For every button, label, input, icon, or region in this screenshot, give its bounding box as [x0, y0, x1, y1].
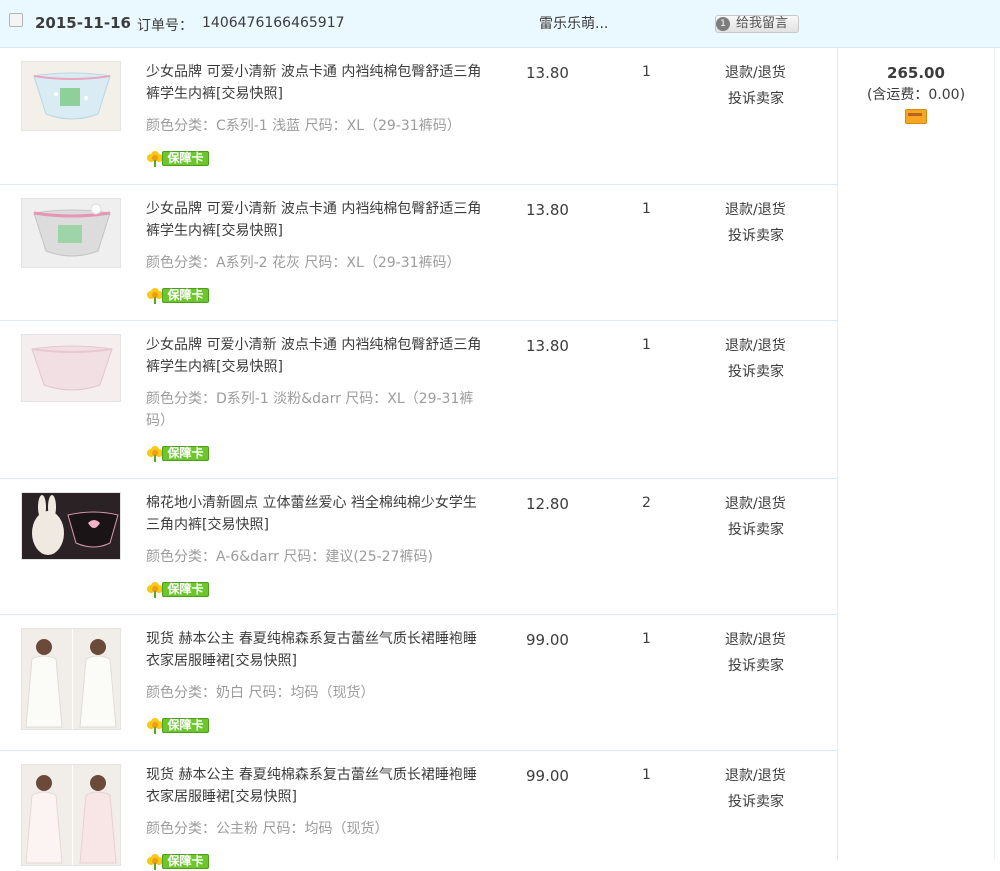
right-border	[994, 48, 995, 860]
item-price: 13.80	[526, 337, 569, 355]
item-price: 13.80	[526, 64, 569, 82]
product-spec: 颜色分类：D系列-1 淡粉&darr 尺码：XL（29-31裤码）	[146, 391, 474, 429]
guarantee-card-label: 保障卡	[162, 288, 209, 303]
guarantee-card-label: 保障卡	[162, 582, 209, 597]
product-spec: 颜色分类：A系列-2 花灰 尺码：XL（29-31裤码）	[146, 255, 461, 271]
product-spec: 颜色分类：奶白 尺码：均码（现货）	[146, 685, 375, 701]
leave-message-label: 给我留言	[736, 16, 789, 31]
product-title-link[interactable]: 棉花地小清新圆点 立体蕾丝爱心 裆全棉纯棉少女学生三角内裤[交易快照]	[146, 492, 486, 536]
order-select-checkbox[interactable]	[9, 13, 23, 27]
credit-card-icon[interactable]	[905, 109, 927, 124]
refund-return-link[interactable]: 退款/退货	[725, 629, 786, 649]
product-spec: 颜色分类：公主粉 尺码：均码（现货）	[146, 821, 389, 837]
item-price: 12.80	[526, 495, 569, 513]
product-title-link[interactable]: 少女品牌 可爱小清新 波点卡通 内裆纯棉包臀舒适三角裤学生内裤[交易快照]	[146, 334, 486, 378]
refund-return-link[interactable]: 退款/退货	[725, 62, 786, 82]
product-thumbnail[interactable]	[21, 61, 121, 131]
order-item-row: 现货 赫本公主 春夏纯棉森系复古蕾丝气质长裙睡袍睡衣家居服睡裙[交易快照] 颜色…	[0, 751, 837, 871]
guarantee-card-label: 保障卡	[162, 446, 209, 461]
guarantee-card-badge[interactable]: 保障卡	[146, 286, 210, 304]
order-date: 2015-11-16	[35, 14, 131, 32]
refund-return-link[interactable]: 退款/退货	[725, 765, 786, 785]
order-item-row: 少女品牌 可爱小清新 波点卡通 内裆纯棉包臀舒适三角裤学生内裤[交易快照] 颜色…	[0, 185, 837, 321]
product-title-link[interactable]: 现货 赫本公主 春夏纯棉森系复古蕾丝气质长裙睡袍睡衣家居服睡裙[交易快照]	[146, 628, 486, 672]
complain-seller-link[interactable]: 投诉卖家	[728, 791, 784, 811]
shop-name-link[interactable]: 雷乐乐萌...	[539, 13, 608, 33]
item-quantity: 1	[642, 64, 651, 80]
total-amount: 265.00	[887, 64, 945, 82]
item-price: 99.00	[526, 631, 569, 649]
order-item-row: 少女品牌 可爱小清新 波点卡通 内裆纯棉包臀舒适三角裤学生内裤[交易快照] 颜色…	[0, 48, 837, 185]
complain-seller-link[interactable]: 投诉卖家	[728, 361, 784, 381]
guarantee-card-badge[interactable]: 保障卡	[146, 716, 210, 734]
item-price: 13.80	[526, 201, 569, 219]
item-quantity: 1	[642, 767, 651, 783]
refund-return-link[interactable]: 退款/退货	[725, 493, 786, 513]
product-thumbnail[interactable]	[21, 628, 121, 730]
message-count-icon: 1	[716, 17, 730, 31]
order-header: 2015-11-16 订单号： 1406476166465917 雷乐乐萌...…	[0, 0, 1000, 48]
leave-message-button[interactable]: 1 给我留言	[715, 15, 799, 33]
order-item-row: 少女品牌 可爱小清新 波点卡通 内裆纯棉包臀舒适三角裤学生内裤[交易快照] 颜色…	[0, 321, 837, 479]
complain-seller-link[interactable]: 投诉卖家	[728, 225, 784, 245]
complain-seller-link[interactable]: 投诉卖家	[728, 519, 784, 539]
item-quantity: 1	[642, 631, 651, 647]
guarantee-card-badge[interactable]: 保障卡	[146, 149, 210, 167]
order-number-label: 订单号：	[137, 18, 193, 34]
product-spec: 颜色分类：A-6&darr 尺码：建议(25-27裤码)	[146, 549, 433, 565]
guarantee-card-badge[interactable]: 保障卡	[146, 580, 210, 598]
order-total: 265.00 (含运费：0.00)	[838, 62, 994, 128]
product-thumbnail[interactable]	[21, 492, 121, 560]
product-spec: 颜色分类：C系列-1 浅蓝 尺码：XL（29-31裤码）	[146, 118, 461, 134]
order-item-row: 现货 赫本公主 春夏纯棉森系复古蕾丝气质长裙睡袍睡衣家居服睡裙[交易快照] 颜色…	[0, 615, 837, 751]
product-title-link[interactable]: 少女品牌 可爱小清新 波点卡通 内裆纯棉包臀舒适三角裤学生内裤[交易快照]	[146, 198, 486, 242]
item-price: 99.00	[526, 767, 569, 785]
complain-seller-link[interactable]: 投诉卖家	[728, 655, 784, 675]
item-quantity: 2	[642, 495, 651, 511]
product-thumbnail[interactable]	[21, 198, 121, 268]
item-quantity: 1	[642, 201, 651, 217]
item-quantity: 1	[642, 337, 651, 353]
refund-return-link[interactable]: 退款/退货	[725, 199, 786, 219]
order-items: 少女品牌 可爱小清新 波点卡通 内裆纯棉包臀舒适三角裤学生内裤[交易快照] 颜色…	[0, 48, 837, 871]
complain-seller-link[interactable]: 投诉卖家	[728, 88, 784, 108]
product-title-link[interactable]: 现货 赫本公主 春夏纯棉森系复古蕾丝气质长裙睡袍睡衣家居服睡裙[交易快照]	[146, 764, 486, 808]
guarantee-card-label: 保障卡	[162, 151, 209, 166]
guarantee-card-badge[interactable]: 保障卡	[146, 444, 210, 462]
order-item-row: 棉花地小清新圆点 立体蕾丝爱心 裆全棉纯棉少女学生三角内裤[交易快照] 颜色分类…	[0, 479, 837, 615]
guarantee-card-label: 保障卡	[162, 854, 209, 869]
product-thumbnail[interactable]	[21, 764, 121, 866]
product-thumbnail[interactable]	[21, 334, 121, 402]
guarantee-card-label: 保障卡	[162, 718, 209, 733]
product-title-link[interactable]: 少女品牌 可爱小清新 波点卡通 内裆纯棉包臀舒适三角裤学生内裤[交易快照]	[146, 61, 486, 105]
guarantee-card-badge[interactable]: 保障卡	[146, 852, 210, 870]
order-number: 1406476166465917	[202, 15, 345, 31]
column-divider	[837, 48, 838, 860]
shipping-fee: (含运费：0.00)	[866, 87, 966, 103]
refund-return-link[interactable]: 退款/退货	[725, 335, 786, 355]
